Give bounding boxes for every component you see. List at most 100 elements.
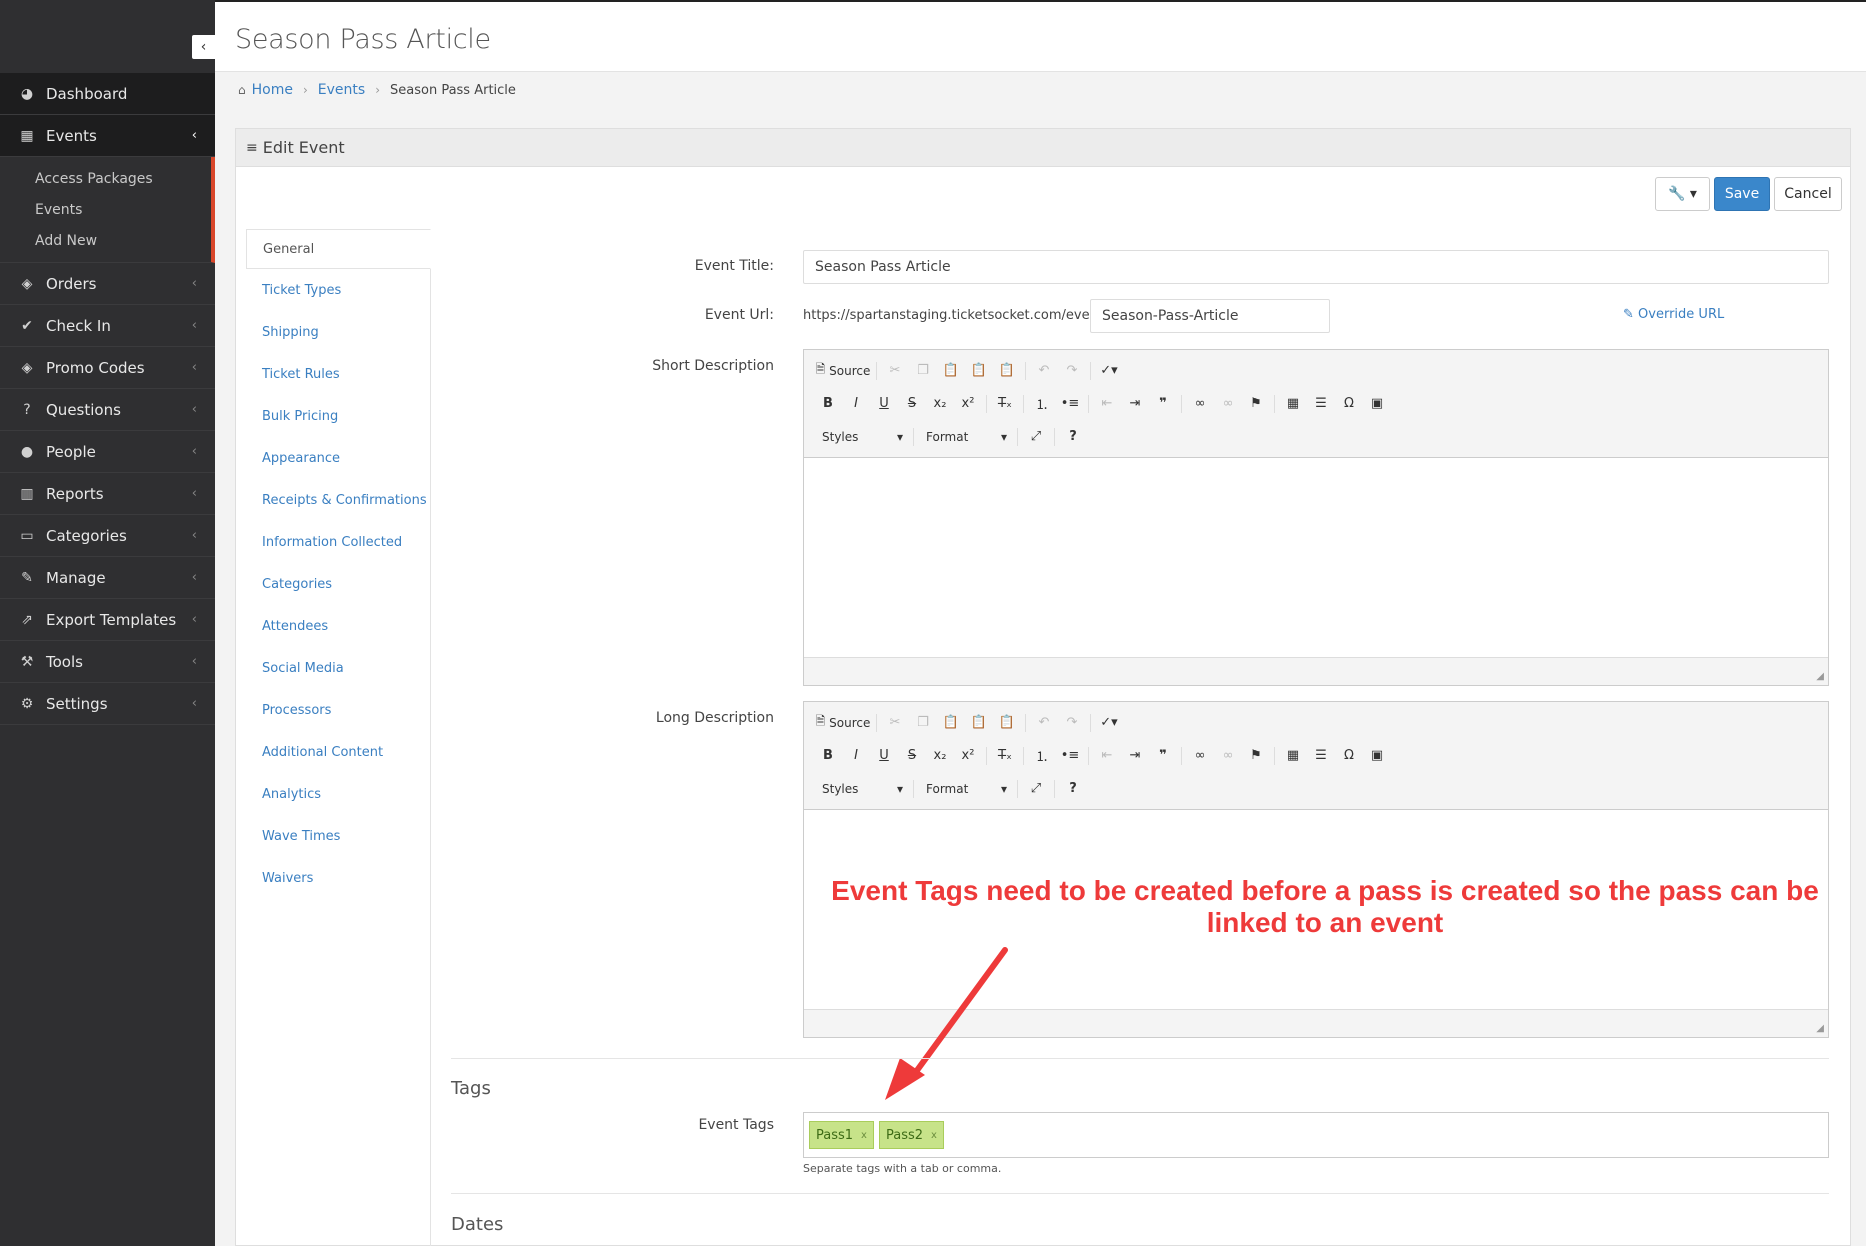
cut-icon[interactable]: ✂ bbox=[881, 359, 909, 383]
tag-pass2[interactable]: Pass2 x bbox=[878, 1121, 944, 1149]
paste-icon[interactable]: 📋 bbox=[937, 359, 965, 383]
submenu-item-events[interactable]: Events bbox=[0, 194, 211, 225]
paste-icon[interactable]: 📋 bbox=[937, 711, 965, 735]
sidebar-item-check-in[interactable]: ✔ Check In ‹ bbox=[0, 305, 215, 347]
italic-icon[interactable]: I bbox=[842, 392, 870, 416]
sidebar-item-manage[interactable]: ✎ Manage ‹ bbox=[0, 557, 215, 599]
copy-icon[interactable]: ❐ bbox=[909, 711, 937, 735]
table-icon[interactable]: ▦ bbox=[1279, 744, 1307, 768]
numbered-list-icon[interactable]: ⒈ bbox=[1028, 744, 1056, 768]
sidebar-item-settings[interactable]: ⚙ Settings ‹ bbox=[0, 683, 215, 725]
indent-icon[interactable]: ⇥ bbox=[1121, 744, 1149, 768]
tab-receipts-confirmations[interactable]: Receipts & Confirmations bbox=[246, 479, 430, 521]
tab-wave-times[interactable]: Wave Times bbox=[246, 815, 430, 857]
tab-social-media[interactable]: Social Media bbox=[246, 647, 430, 689]
unlink-icon[interactable]: ∞ bbox=[1214, 744, 1242, 768]
spellcheck-icon[interactable]: ✓▾ bbox=[1095, 711, 1123, 735]
tab-additional-content[interactable]: Additional Content bbox=[246, 731, 430, 773]
horizontal-rule-icon[interactable]: ☰ bbox=[1307, 392, 1335, 416]
cancel-button[interactable]: Cancel bbox=[1774, 177, 1842, 211]
format-select[interactable]: Format ▾ bbox=[918, 425, 1013, 449]
short-description-editor[interactable]: 🗎 Source ✂ ❐ 📋 📋 📋 ↶ ↷ ✓▾ B I U S x₂ x² … bbox=[803, 349, 1829, 686]
image-icon[interactable]: ▣ bbox=[1363, 392, 1391, 416]
tab-processors[interactable]: Processors bbox=[246, 689, 430, 731]
blockquote-icon[interactable]: ❞ bbox=[1149, 744, 1177, 768]
table-icon[interactable]: ▦ bbox=[1279, 392, 1307, 416]
tools-dropdown-button[interactable]: 🔧 ▾ bbox=[1655, 177, 1710, 211]
source-button[interactable]: 🗎 Source bbox=[814, 711, 872, 735]
sidebar-item-people[interactable]: ● People ‹ bbox=[0, 431, 215, 473]
help-icon[interactable]: ? bbox=[1059, 777, 1087, 801]
superscript-icon[interactable]: x² bbox=[954, 392, 982, 416]
bulleted-list-icon[interactable]: •≡ bbox=[1056, 392, 1084, 416]
event-title-input[interactable]: Season Pass Article bbox=[803, 250, 1829, 284]
cut-icon[interactable]: ✂ bbox=[881, 711, 909, 735]
tab-waivers[interactable]: Waivers bbox=[246, 857, 430, 899]
bold-icon[interactable]: B bbox=[814, 392, 842, 416]
sidebar-item-categories[interactable]: ▭ Categories ‹ bbox=[0, 515, 215, 557]
redo-icon[interactable]: ↷ bbox=[1058, 359, 1086, 383]
copy-icon[interactable]: ❐ bbox=[909, 359, 937, 383]
underline-icon[interactable]: U bbox=[870, 744, 898, 768]
sidebar-item-tools[interactable]: ⚒ Tools ‹ bbox=[0, 641, 215, 683]
undo-icon[interactable]: ↶ bbox=[1030, 711, 1058, 735]
tab-ticket-types[interactable]: Ticket Types bbox=[246, 269, 430, 311]
breadcrumb-events[interactable]: Events bbox=[318, 82, 365, 98]
unlink-icon[interactable]: ∞ bbox=[1214, 392, 1242, 416]
superscript-icon[interactable]: x² bbox=[954, 744, 982, 768]
submenu-item-access-packages[interactable]: Access Packages bbox=[0, 163, 211, 194]
underline-icon[interactable]: U bbox=[870, 392, 898, 416]
remove-format-icon[interactable]: T̶ₓ bbox=[991, 744, 1019, 768]
tab-information-collected[interactable]: Information Collected bbox=[246, 521, 430, 563]
format-select[interactable]: Format ▾ bbox=[918, 777, 1013, 801]
tab-ticket-rules[interactable]: Ticket Rules bbox=[246, 353, 430, 395]
resize-grip-icon[interactable]: ◢ bbox=[1816, 1023, 1824, 1034]
breadcrumb-home[interactable]: Home bbox=[252, 82, 293, 98]
redo-icon[interactable]: ↷ bbox=[1058, 711, 1086, 735]
italic-icon[interactable]: I bbox=[842, 744, 870, 768]
tab-shipping[interactable]: Shipping bbox=[246, 311, 430, 353]
sidebar-item-promo-codes[interactable]: ◈ Promo Codes ‹ bbox=[0, 347, 215, 389]
spellcheck-icon[interactable]: ✓▾ bbox=[1095, 359, 1123, 383]
paste-text-icon[interactable]: 📋 bbox=[965, 711, 993, 735]
special-char-icon[interactable]: Ω bbox=[1335, 744, 1363, 768]
styles-select[interactable]: Styles ▾ bbox=[814, 425, 909, 449]
remove-tag-icon[interactable]: x bbox=[931, 1130, 937, 1141]
remove-format-icon[interactable]: T̶ₓ bbox=[991, 392, 1019, 416]
tab-bulk-pricing[interactable]: Bulk Pricing bbox=[246, 395, 430, 437]
outdent-icon[interactable]: ⇤ bbox=[1093, 744, 1121, 768]
blockquote-icon[interactable]: ❞ bbox=[1149, 392, 1177, 416]
link-icon[interactable]: ∞ bbox=[1186, 744, 1214, 768]
link-icon[interactable]: ∞ bbox=[1186, 392, 1214, 416]
numbered-list-icon[interactable]: ⒈ bbox=[1028, 392, 1056, 416]
anchor-flag-icon[interactable]: ⚑ bbox=[1242, 392, 1270, 416]
save-button[interactable]: Save bbox=[1714, 177, 1770, 211]
horizontal-rule-icon[interactable]: ☰ bbox=[1307, 744, 1335, 768]
undo-icon[interactable]: ↶ bbox=[1030, 359, 1058, 383]
sidebar-collapse-button[interactable]: ‹ bbox=[192, 35, 215, 59]
help-icon[interactable]: ? bbox=[1059, 425, 1087, 449]
bold-icon[interactable]: B bbox=[814, 744, 842, 768]
outdent-icon[interactable]: ⇤ bbox=[1093, 392, 1121, 416]
indent-icon[interactable]: ⇥ bbox=[1121, 392, 1149, 416]
tab-appearance[interactable]: Appearance bbox=[246, 437, 430, 479]
special-char-icon[interactable]: Ω bbox=[1335, 392, 1363, 416]
override-url-link[interactable]: ✎ Override URL bbox=[1623, 307, 1724, 322]
source-button[interactable]: 🗎 Source bbox=[814, 359, 872, 383]
tab-categories[interactable]: Categories bbox=[246, 563, 430, 605]
sidebar-item-export-templates[interactable]: ⇗ Export Templates ‹ bbox=[0, 599, 215, 641]
editor-body[interactable] bbox=[804, 458, 1828, 657]
sidebar-item-reports[interactable]: ▥ Reports ‹ bbox=[0, 473, 215, 515]
paste-word-icon[interactable]: 📋 bbox=[993, 711, 1021, 735]
tab-analytics[interactable]: Analytics bbox=[246, 773, 430, 815]
paste-text-icon[interactable]: 📋 bbox=[965, 359, 993, 383]
tag-pass1[interactable]: Pass1 x bbox=[809, 1121, 874, 1149]
sidebar-item-events[interactable]: ▦ Events ‹ bbox=[0, 115, 215, 157]
event-url-slug-input[interactable]: Season-Pass-Article bbox=[1090, 299, 1330, 333]
remove-tag-icon[interactable]: x bbox=[861, 1130, 867, 1141]
sidebar-item-dashboard[interactable]: ◕ Dashboard bbox=[0, 73, 215, 115]
sidebar-item-questions[interactable]: ? Questions ‹ bbox=[0, 389, 215, 431]
maximize-icon[interactable]: ⤢ bbox=[1022, 425, 1050, 449]
sidebar-item-orders[interactable]: ◈ Orders ‹ bbox=[0, 263, 215, 305]
tab-attendees[interactable]: Attendees bbox=[246, 605, 430, 647]
